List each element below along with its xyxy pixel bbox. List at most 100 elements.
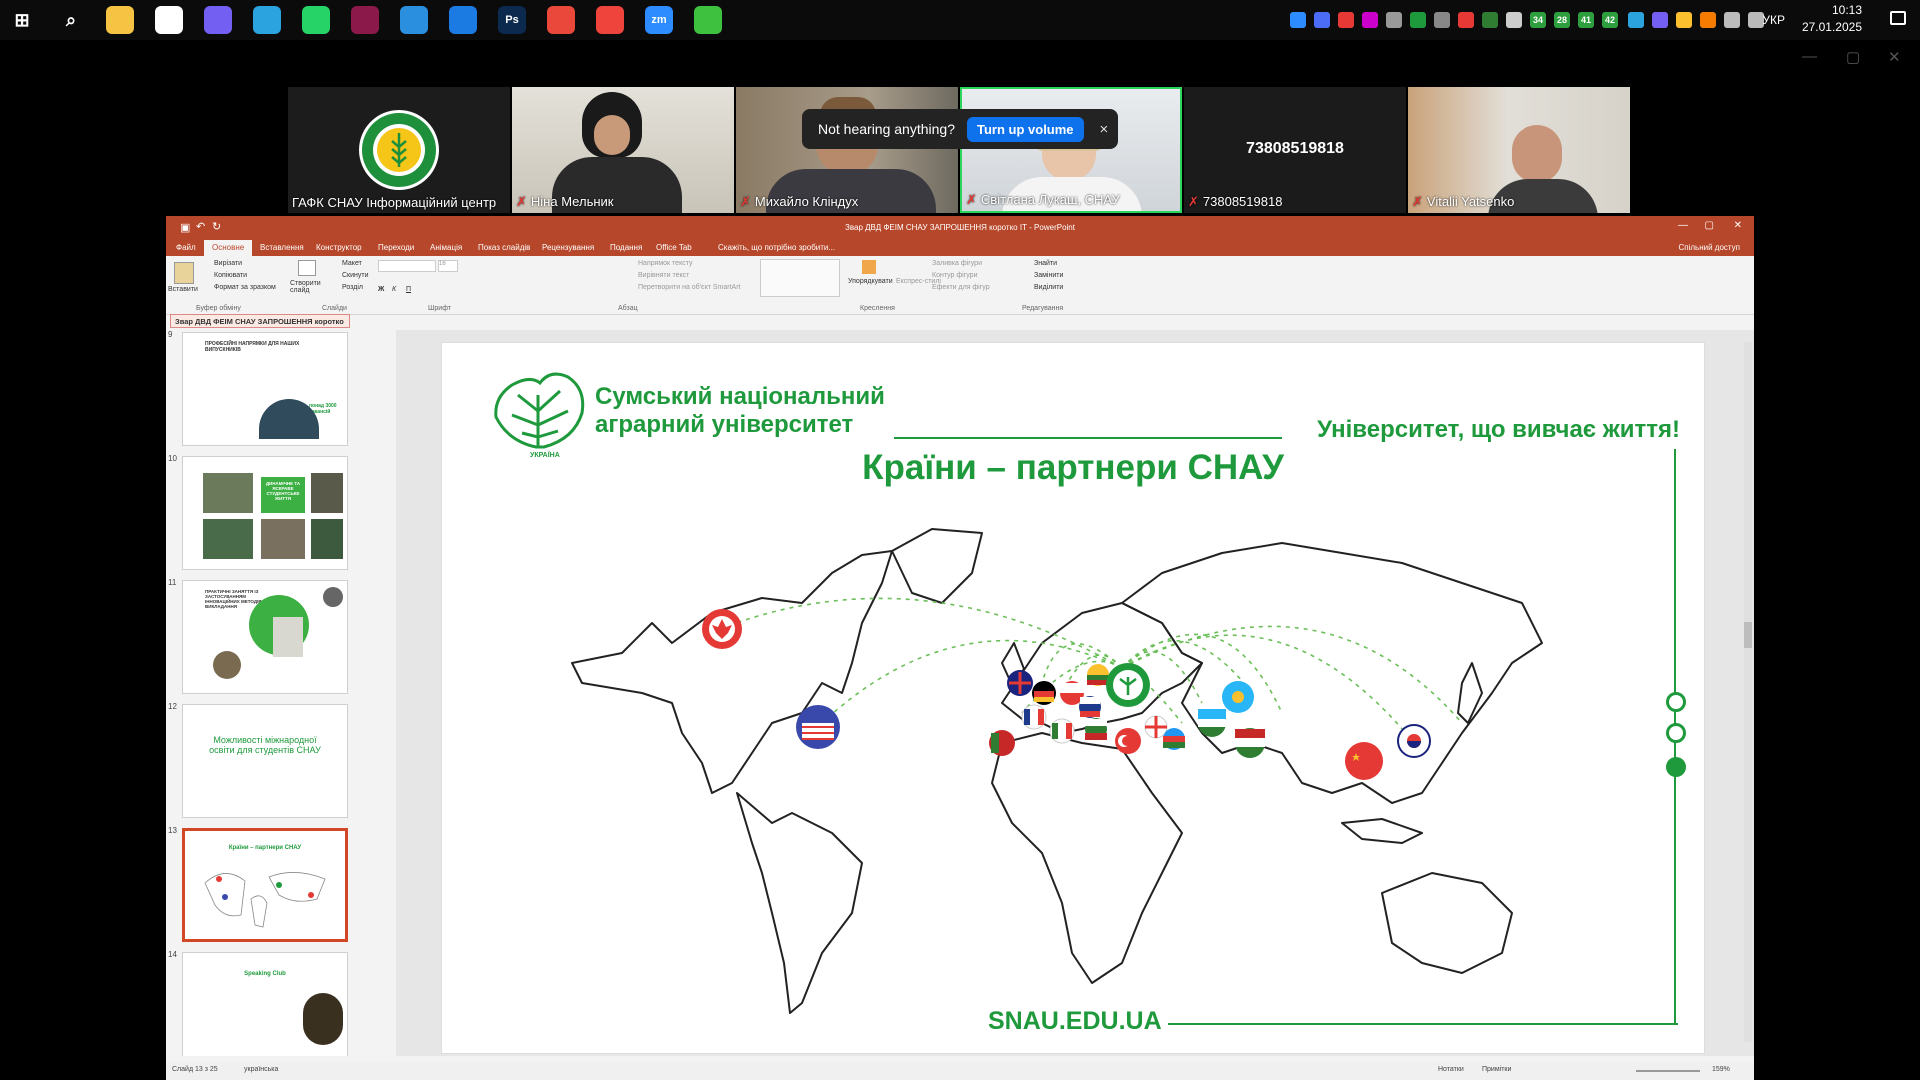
comments-button[interactable]: Примітки bbox=[1482, 1066, 1511, 1073]
participant-tile[interactable]: ✗ Михайло Кліндух bbox=[736, 87, 958, 213]
text-direction-button[interactable]: Напрямок тексту bbox=[638, 260, 693, 267]
tray-app-icon[interactable] bbox=[1628, 12, 1644, 28]
zoom-icon[interactable]: zm bbox=[645, 6, 673, 34]
notifications-icon[interactable] bbox=[1890, 11, 1906, 25]
new-slide-button[interactable]: Створити слайд bbox=[290, 280, 326, 294]
camtasia-icon[interactable] bbox=[694, 6, 722, 34]
tray-app-icon[interactable] bbox=[1410, 12, 1426, 28]
notes-button[interactable]: Нотатки bbox=[1438, 1066, 1464, 1073]
tray-app-icon[interactable] bbox=[1434, 12, 1450, 28]
copy-button[interactable]: Копіювати bbox=[214, 272, 247, 279]
align-text-button[interactable]: Вирівняти текст bbox=[638, 272, 689, 279]
smartart-button[interactable]: Перетворити на об'єкт SmartArt bbox=[638, 284, 741, 291]
close-icon[interactable]: × bbox=[1100, 121, 1109, 138]
tab-animations[interactable]: Анімація bbox=[430, 243, 462, 252]
slide-thumbnail[interactable]: Можливості міжнародної освіти для студен… bbox=[182, 704, 348, 818]
tray-counter-icon[interactable]: 42 bbox=[1602, 12, 1618, 28]
close-icon[interactable]: ✕ bbox=[1888, 48, 1901, 66]
underline-button[interactable]: П bbox=[406, 286, 411, 293]
tray-counter-icon[interactable]: 41 bbox=[1578, 12, 1594, 28]
slide-thumbnail-selected[interactable]: Країни – партнери СНАУ bbox=[182, 828, 348, 942]
tray-app-icon[interactable] bbox=[1338, 12, 1354, 28]
participant-tile[interactable]: ✗ Ніна Мельник bbox=[512, 87, 734, 213]
editor-scrollbar[interactable] bbox=[1744, 342, 1752, 1042]
replace-button[interactable]: Замінити bbox=[1034, 272, 1063, 279]
arrange-button[interactable]: Упорядкувати bbox=[848, 278, 893, 285]
shape-effects-button[interactable]: Ефекти для фігур bbox=[932, 284, 990, 291]
cut-button[interactable]: Вирізати bbox=[214, 260, 242, 267]
photoshop-icon[interactable]: Ps bbox=[498, 6, 526, 34]
tray-app-icon[interactable] bbox=[1700, 12, 1716, 28]
chrome-icon[interactable] bbox=[547, 6, 575, 34]
tab-file[interactable]: Файл bbox=[176, 243, 196, 252]
tell-me-input[interactable]: Скажіть, що потрібно зробити... bbox=[718, 243, 835, 252]
language-status[interactable]: українська bbox=[244, 1066, 278, 1073]
zoom-slider[interactable] bbox=[1636, 1070, 1700, 1072]
tab-view[interactable]: Подання bbox=[610, 243, 642, 252]
maximize-icon[interactable]: ▢ bbox=[1705, 220, 1714, 231]
whatsapp-icon[interactable] bbox=[302, 6, 330, 34]
slide-thumbnail[interactable]: ДИНАМІЧНЕ ТА ЯСКРАВЕ СТУДЕНТСЬКЕ ЖИТТЯ bbox=[182, 456, 348, 570]
font-size-input[interactable]: 16 bbox=[438, 260, 458, 272]
format-painter-button[interactable]: Формат за зразком bbox=[214, 284, 276, 291]
firefox-icon[interactable] bbox=[449, 6, 477, 34]
maximize-icon[interactable]: ▢ bbox=[1846, 48, 1860, 66]
find-button[interactable]: Знайти bbox=[1034, 260, 1057, 267]
paste-icon[interactable] bbox=[174, 262, 194, 284]
tray-app-icon[interactable] bbox=[1458, 12, 1474, 28]
section-button[interactable]: Розділ bbox=[342, 284, 363, 291]
tray-counter-icon[interactable]: 34 bbox=[1530, 12, 1546, 28]
new-slide-icon[interactable] bbox=[298, 260, 316, 276]
telegram-icon[interactable] bbox=[253, 6, 281, 34]
tray-counter-icon[interactable]: 28 bbox=[1554, 12, 1570, 28]
slide-thumbnail[interactable]: ПРАКТИЧНІ ЗАНЯТТЯ ІЗ ЗАСТОСУВАННЯМ ІННОВ… bbox=[182, 580, 348, 694]
zoom-level[interactable]: 159% bbox=[1712, 1066, 1730, 1073]
arrange-icon[interactable] bbox=[862, 260, 876, 274]
viber-icon[interactable] bbox=[204, 6, 232, 34]
clock[interactable]: 10:13 27.01.2025 bbox=[1782, 2, 1862, 36]
layout-button[interactable]: Макет bbox=[342, 260, 362, 267]
explorer-icon[interactable] bbox=[106, 6, 134, 34]
minimize-icon[interactable]: — bbox=[1802, 48, 1817, 65]
tray-app-icon[interactable] bbox=[1506, 12, 1522, 28]
store-icon[interactable] bbox=[155, 6, 183, 34]
tab-slideshow[interactable]: Показ слайдів bbox=[478, 243, 530, 252]
share-button[interactable]: Спільний доступ bbox=[1678, 243, 1740, 252]
tab-design[interactable]: Конструктор bbox=[316, 243, 362, 252]
reset-button[interactable]: Скинути bbox=[342, 272, 369, 279]
tab-review[interactable]: Рецензування bbox=[542, 243, 594, 252]
tray-app-icon[interactable] bbox=[1386, 12, 1402, 28]
slide-thumbnail[interactable]: ПРОФЕСІЙНІ НАПРЯМКИ ДЛЯ НАШИХ ВИПУСКНИКІ… bbox=[182, 332, 348, 446]
close-icon[interactable]: ✕ bbox=[1734, 220, 1742, 231]
minimize-icon[interactable]: — bbox=[1678, 220, 1688, 231]
participant-tile[interactable]: 73808519818 ✗ 73808519818 bbox=[1184, 87, 1406, 213]
tray-app-icon[interactable] bbox=[1290, 12, 1306, 28]
tray-app-icon[interactable] bbox=[1724, 12, 1740, 28]
tab-transitions[interactable]: Переходи bbox=[378, 243, 414, 252]
tray-app-icon[interactable] bbox=[1362, 12, 1378, 28]
tray-app-icon[interactable] bbox=[1482, 12, 1498, 28]
tray-app-icon[interactable] bbox=[1676, 12, 1692, 28]
anydesk-icon[interactable] bbox=[596, 6, 624, 34]
shapes-gallery[interactable] bbox=[760, 259, 840, 297]
scrollbar-thumb[interactable] bbox=[1744, 622, 1752, 648]
paste-button[interactable]: Вставити bbox=[168, 286, 198, 293]
vscode-icon[interactable] bbox=[400, 6, 428, 34]
participant-tile[interactable]: ГАФК СНАУ Інформаційний центр bbox=[288, 87, 510, 213]
participant-tile-active-speaker[interactable]: ✗ Світлана Лукаш, СНАУ bbox=[960, 87, 1182, 213]
tab-insert[interactable]: Вставлення bbox=[260, 243, 304, 252]
slide-canvas[interactable]: УКРАЇНА Сумський національний аграрний у… bbox=[441, 342, 1705, 1054]
shape-outline-button[interactable]: Контур фігури bbox=[932, 272, 977, 279]
select-button[interactable]: Виділити bbox=[1034, 284, 1063, 291]
tab-office-tab[interactable]: Office Tab bbox=[656, 243, 692, 252]
document-tab[interactable]: Звар ДВД ФЕІМ СНАУ ЗАПРОШЕННЯ коротко ІТ bbox=[170, 314, 350, 340]
tray-app-icon[interactable] bbox=[1652, 12, 1668, 28]
start-icon[interactable]: ⊞ bbox=[8, 6, 36, 34]
turn-up-volume-button[interactable]: Turn up volume bbox=[967, 116, 1084, 142]
italic-button[interactable]: К bbox=[392, 286, 396, 293]
search-icon[interactable]: ⌕ bbox=[57, 6, 85, 34]
font-name-input[interactable] bbox=[378, 260, 436, 272]
app-purple-icon[interactable] bbox=[351, 6, 379, 34]
shape-fill-button[interactable]: Заливка фігури bbox=[932, 260, 982, 267]
bold-button[interactable]: Ж bbox=[378, 286, 384, 293]
